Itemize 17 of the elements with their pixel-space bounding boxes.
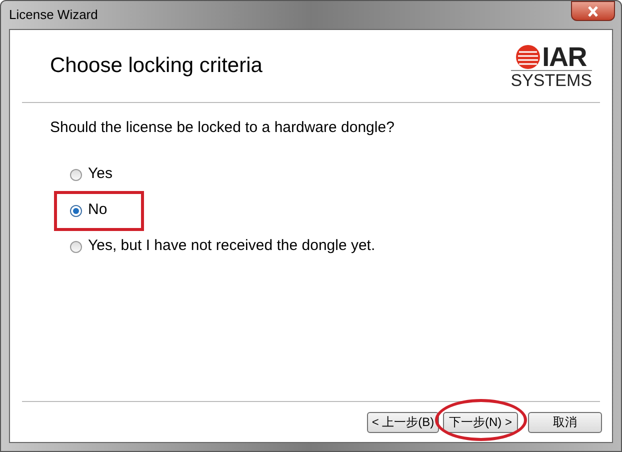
- wizard-button[interactable]: < 上一步(B): [367, 412, 439, 432]
- close-button[interactable]: [571, 1, 615, 21]
- option-label: Yes: [88, 164, 112, 184]
- radio-button[interactable]: [70, 204, 82, 216]
- close-icon: [587, 6, 599, 16]
- option-label: No: [88, 200, 108, 220]
- question-text: Should the license be locked to a hardware dongle?: [50, 118, 396, 138]
- option-label: Yes, but I have not received the dongle yet.: [88, 236, 376, 256]
- logo-text: IAR: [542, 44, 587, 70]
- logo-text: SYSTEMS: [510, 70, 592, 88]
- wizard-button[interactable]: 取消: [528, 412, 602, 432]
- wizard-button[interactable]: 下一步(N) >: [443, 412, 518, 432]
- page-heading: Choose locking criteria: [50, 53, 262, 80]
- radio-button[interactable]: [70, 168, 82, 180]
- logo-icon: [516, 45, 540, 69]
- window-title: License Wizard: [9, 6, 98, 24]
- radio-button[interactable]: [70, 240, 82, 252]
